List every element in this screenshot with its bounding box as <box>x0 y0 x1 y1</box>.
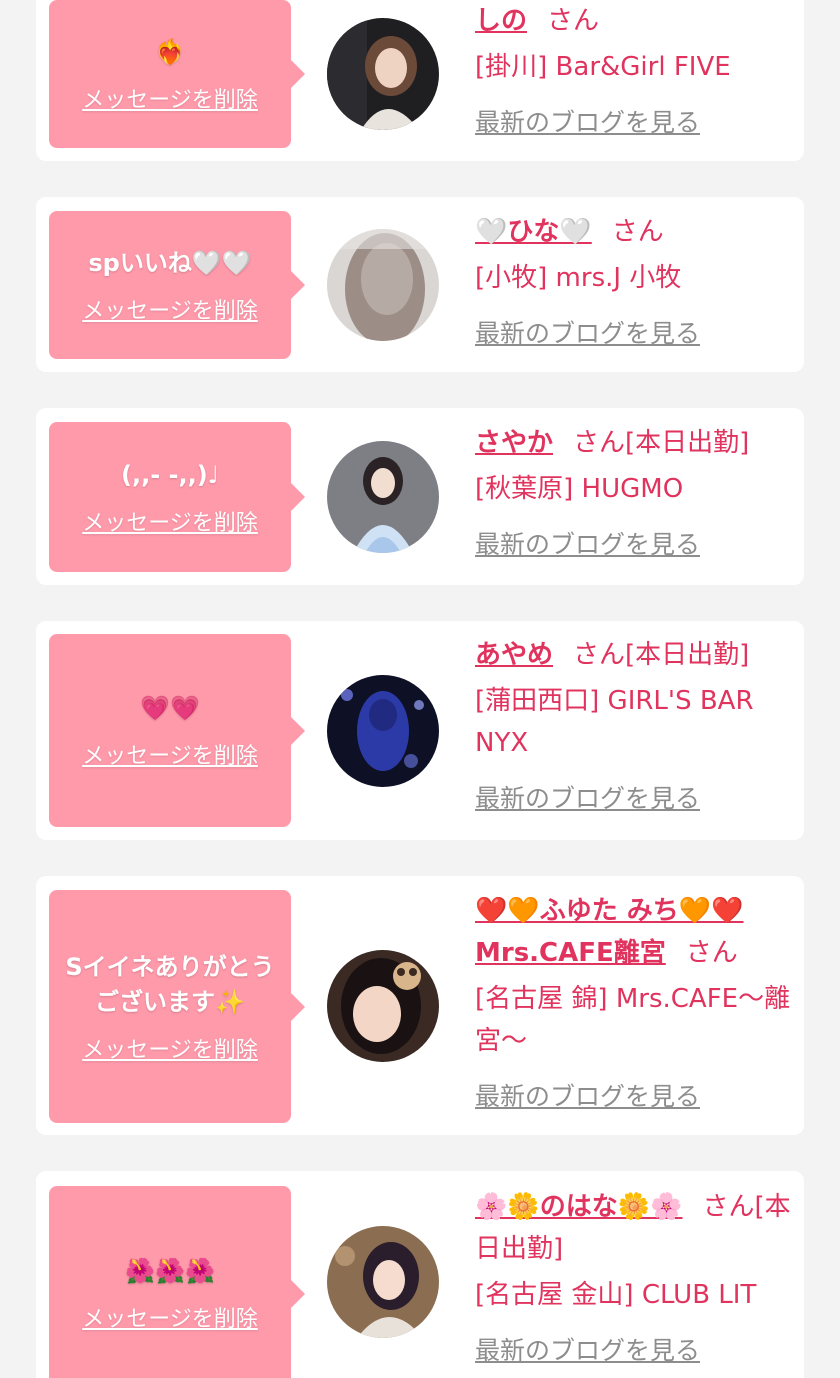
avatar[interactable] <box>327 229 439 341</box>
cast-info: あやめ さん[本日出勤] [蒲田西口] GIRL'S BAR NYX 最新のブログ… <box>475 634 791 820</box>
message-bubble: 💗💗 メッセージを削除 <box>49 634 305 827</box>
cast-info: 🌸🌼のはな🌼🌸 さん[本日出勤] [名古屋 金山] CLUB LIT 最新のブログ… <box>475 1186 791 1372</box>
delete-message-button[interactable]: メッセージを削除 <box>82 505 258 537</box>
user-avatar-photo-icon <box>327 229 439 341</box>
latest-blog-link[interactable]: 最新のブログを見る <box>475 102 700 144</box>
honorific: さん <box>685 938 738 968</box>
cast-name-link[interactable]: さやか <box>475 428 553 458</box>
message-text: ❤️‍🔥 <box>155 37 185 66</box>
delete-message-button[interactable]: メッセージを削除 <box>82 1032 258 1064</box>
cast-info: ❤️🧡ふゆた みち🧡❤️Mrs.CAFE離宮 さん [名古屋 錦] Mrs.CAF… <box>475 890 791 1118</box>
message-text: Sイイネありがとうございます✨ <box>65 952 275 1016</box>
list-item: 🌺🌺🌺 メッセージを削除 🌸🌼のはな🌼🌸 さん[本日出勤] [名古屋 金山] CL… <box>36 1171 804 1378</box>
message-bubble: spいいね🤍🤍 メッセージを削除 <box>49 211 305 359</box>
list-item: spいいね🤍🤍 メッセージを削除 🤍ひな🤍 さん [小牧] mrs.J 小牧 最新… <box>36 197 804 372</box>
delete-message-button[interactable]: メッセージを削除 <box>82 293 258 325</box>
user-avatar-photo-icon <box>327 1226 439 1338</box>
message-bubble: ❤️‍🔥 メッセージを削除 <box>49 0 305 148</box>
shop-name: [掛川] Bar&Girl FIVE <box>475 52 731 82</box>
cast-name-line: さやか さん[本日出勤] <box>475 422 791 464</box>
user-avatar-photo-icon <box>327 950 439 1062</box>
user-avatar-photo-icon <box>327 18 439 130</box>
cast-name-line: ❤️🧡ふゆた みち🧡❤️Mrs.CAFE離宮 さん <box>475 890 791 974</box>
status-badge: [本日出勤] <box>625 428 750 458</box>
honorific: さん <box>573 640 626 670</box>
latest-blog-link[interactable]: 最新のブログを見る <box>475 1076 700 1118</box>
cast-name-line: あやめ さん[本日出勤] <box>475 634 791 676</box>
delete-message-button[interactable]: メッセージを削除 <box>82 738 258 770</box>
avatar[interactable] <box>327 950 439 1062</box>
avatar[interactable] <box>327 441 439 553</box>
latest-blog-link[interactable]: 最新のブログを見る <box>475 524 700 566</box>
honorific: さん <box>547 6 600 36</box>
message-bubble: (,,- -,,)♩ メッセージを削除 <box>49 422 305 572</box>
shop-name: [秋葉原] HUGMO <box>475 474 684 504</box>
avatar[interactable] <box>327 18 439 130</box>
cast-name-line: しの さん <box>475 0 791 42</box>
list-item: ❤️‍🔥 メッセージを削除 しの さん [掛川] Bar&Girl FIVE 最新… <box>36 0 804 161</box>
cast-info: さやか さん[本日出勤] [秋葉原] HUGMO 最新のブログを見る <box>475 422 791 566</box>
message-bubble: Sイイネありがとうございます✨ メッセージを削除 <box>49 890 305 1123</box>
message-text: 🌺🌺🌺 <box>125 1257 215 1285</box>
honorific: さん <box>573 428 626 458</box>
message-text: spいいね🤍🤍 <box>88 248 252 277</box>
message-text: 💗💗 <box>140 694 200 722</box>
latest-blog-link[interactable]: 最新のブログを見る <box>475 313 700 355</box>
latest-blog-link[interactable]: 最新のブログを見る <box>475 1330 700 1372</box>
cast-name-link[interactable]: 🌸🌼のはな🌼🌸 <box>475 1192 683 1222</box>
list-item: Sイイネありがとうございます✨ メッセージを削除 ❤️🧡ふゆた みち🧡❤️Mrs… <box>36 876 804 1135</box>
latest-blog-link[interactable]: 最新のブログを見る <box>475 778 700 820</box>
list-item: (,,- -,,)♩ メッセージを削除 さやか さん[本日出勤] [秋葉原] HU… <box>36 408 804 585</box>
avatar[interactable] <box>327 675 439 787</box>
list-item: 💗💗 メッセージを削除 あやめ さん[本日出勤] [蒲田西口] GIRL'S BA… <box>36 621 804 840</box>
message-bubble: 🌺🌺🌺 メッセージを削除 <box>49 1186 305 1378</box>
cast-info: 🤍ひな🤍 さん [小牧] mrs.J 小牧 最新のブログを見る <box>475 211 791 355</box>
cast-name-line: 🤍ひな🤍 さん <box>475 211 791 253</box>
message-list: ❤️‍🔥 メッセージを削除 しの さん [掛川] Bar&Girl FIVE 最新… <box>0 0 840 1378</box>
user-avatar-photo-icon <box>327 675 439 787</box>
cast-info: しの さん [掛川] Bar&Girl FIVE 最新のブログを見る <box>475 0 791 144</box>
shop-name: [蒲田西口] GIRL'S BAR NYX <box>475 686 754 758</box>
cast-name-link[interactable]: あやめ <box>475 640 553 670</box>
cast-name-link[interactable]: しの <box>475 6 527 36</box>
delete-message-button[interactable]: メッセージを削除 <box>82 1301 258 1333</box>
user-avatar-photo-icon <box>327 441 439 553</box>
cast-name-line: 🌸🌼のはな🌼🌸 さん[本日出勤] <box>475 1186 791 1270</box>
delete-message-button[interactable]: メッセージを削除 <box>82 82 258 114</box>
shop-name: [小牧] mrs.J 小牧 <box>475 263 682 293</box>
message-text: (,,- -,,)♩ <box>120 460 219 489</box>
status-badge: [本日出勤] <box>625 640 750 670</box>
cast-name-link[interactable]: 🤍ひな🤍 <box>475 217 592 247</box>
shop-name: [名古屋 金山] CLUB LIT <box>475 1280 757 1310</box>
honorific: さん <box>702 1192 755 1222</box>
shop-name: [名古屋 錦] Mrs.CAFE〜離宮〜 <box>475 984 791 1056</box>
avatar[interactable] <box>327 1226 439 1338</box>
honorific: さん <box>611 217 664 247</box>
